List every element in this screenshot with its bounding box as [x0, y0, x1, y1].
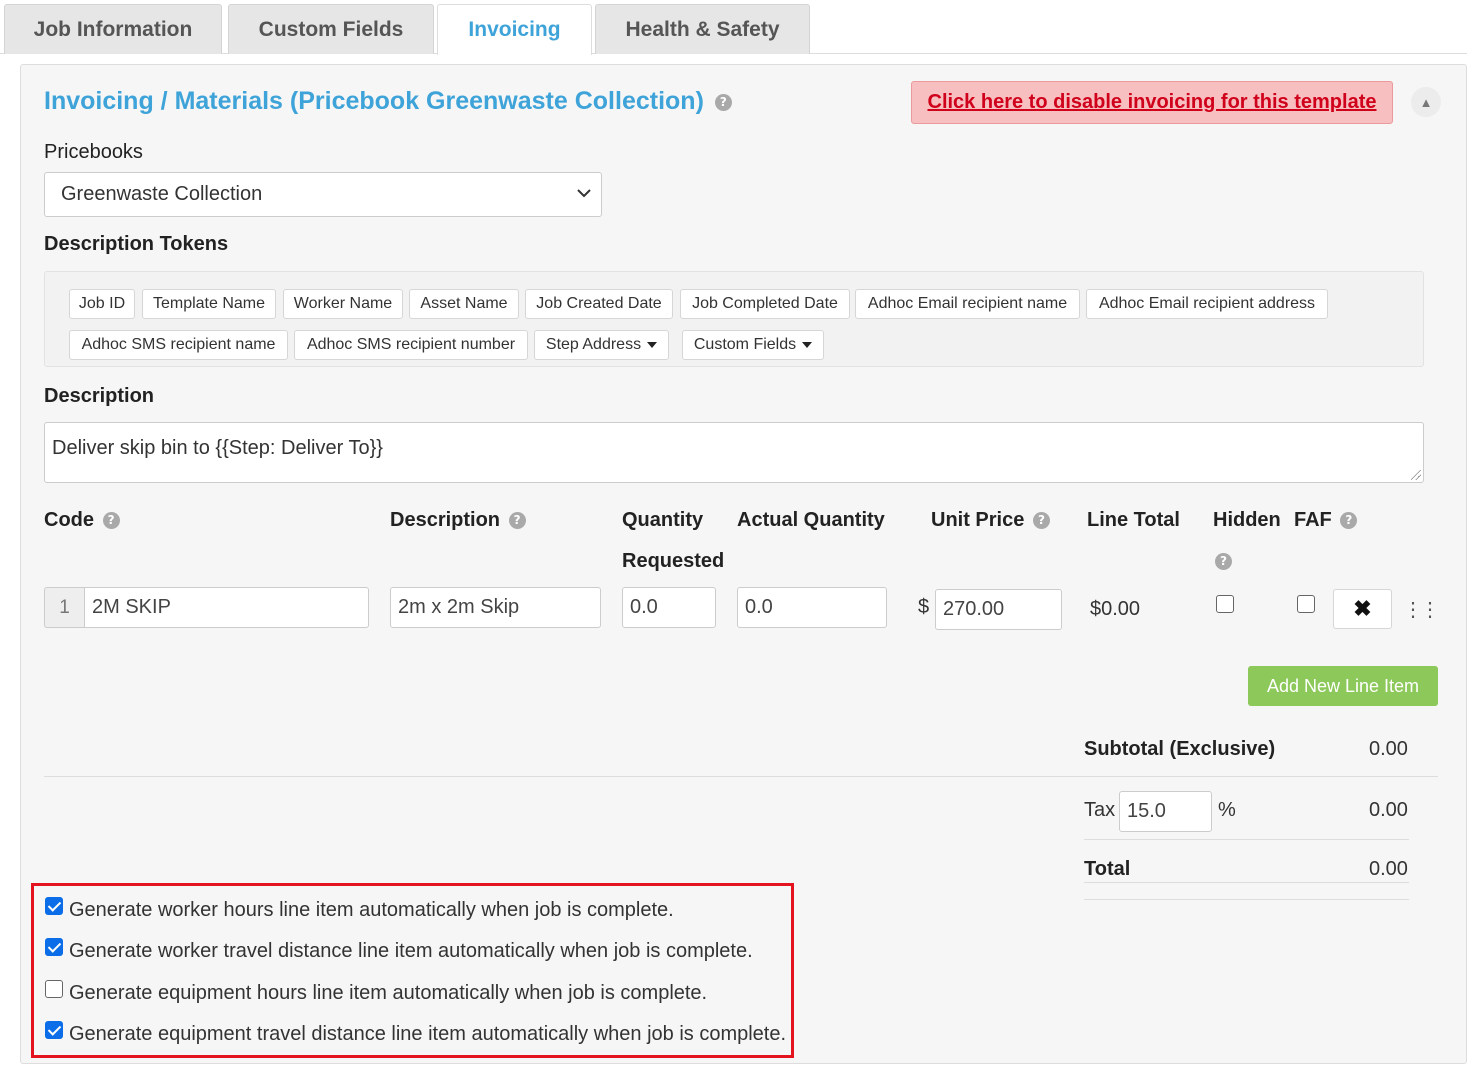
equipment-travel-label[interactable]: Generate equipment travel distance line …: [69, 1023, 786, 1046]
header-unit-price-label: Unit Price: [931, 509, 1025, 531]
tab-bar: Job Information Custom Fields Invoicing …: [0, 0, 1467, 55]
add-line-item-button[interactable]: Add New Line Item: [1248, 666, 1438, 706]
worker-hours-label[interactable]: Generate worker hours line item automati…: [69, 899, 674, 922]
pricebook-select[interactable]: Greenwaste Collection: [44, 172, 602, 217]
divider: [1084, 839, 1409, 840]
panel-title-text: Invoicing / Materials (Pricebook Greenwa…: [44, 87, 704, 115]
question-circle-icon[interactable]: ?: [1215, 553, 1232, 570]
subtotal-value: 0.00: [1369, 738, 1408, 760]
header-unit-price: Unit Price ?: [931, 509, 1050, 532]
token-custom-fields-dropdown[interactable]: Custom Fields: [682, 330, 824, 360]
worker-hours-checkbox[interactable]: [45, 897, 63, 915]
invoicing-panel: Invoicing / Materials (Pricebook Greenwa…: [20, 64, 1467, 1064]
token-job-completed-date[interactable]: Job Completed Date: [680, 289, 850, 319]
resize-handle-icon[interactable]: [1411, 470, 1421, 480]
question-circle-icon[interactable]: ?: [508, 512, 526, 530]
question-circle-icon[interactable]: ?: [102, 512, 120, 530]
row-number: 1: [44, 587, 84, 628]
code-input[interactable]: 2M SKIP: [84, 587, 369, 628]
token-job-created-date[interactable]: Job Created Date: [525, 289, 673, 319]
equipment-travel-checkbox[interactable]: [45, 1021, 63, 1039]
header-description: Description ?: [390, 509, 526, 532]
tax-rate-input[interactable]: 15.0: [1119, 791, 1212, 832]
chevron-down-icon: [577, 185, 591, 202]
caret-down-icon: [647, 342, 658, 348]
tax-unit: %: [1218, 799, 1236, 821]
question-circle-icon[interactable]: ?: [1340, 512, 1358, 530]
token-container: Job ID Template Name Worker Name Asset N…: [44, 271, 1424, 367]
header-quantity-requested: Requested: [622, 550, 725, 572]
panel-title: Invoicing / Materials (Pricebook Greenwa…: [44, 87, 732, 116]
remove-line-button[interactable]: ✖: [1333, 589, 1392, 629]
token-adhoc-sms-name[interactable]: Adhoc SMS recipient name: [69, 330, 288, 360]
token-worker-name[interactable]: Worker Name: [283, 289, 403, 319]
header-faf: FAF ?: [1294, 509, 1358, 532]
disable-invoicing-button[interactable]: Click here to disable invoicing for this…: [911, 81, 1393, 124]
tab-health-safety[interactable]: Health & Safety: [595, 4, 810, 54]
equipment-hours-checkbox[interactable]: [45, 980, 63, 998]
token-step-address-dropdown[interactable]: Step Address: [534, 330, 669, 360]
token-job-id[interactable]: Job ID: [69, 289, 135, 319]
header-line-total: Line Total: [1087, 509, 1180, 531]
worker-travel-label[interactable]: Generate worker travel distance line ite…: [69, 940, 753, 963]
line-total-value: $0.00: [1090, 598, 1141, 620]
actual-quantity-input[interactable]: 0.0: [737, 587, 887, 628]
quantity-input[interactable]: 0.0: [622, 587, 716, 628]
line-description-input[interactable]: 2m x 2m Skip: [390, 587, 601, 628]
tab-custom-fields[interactable]: Custom Fields: [228, 4, 434, 54]
tab-job-information[interactable]: Job Information: [4, 4, 222, 54]
description-label: Description: [44, 385, 155, 407]
currency-symbol: $: [918, 596, 930, 618]
faf-checkbox[interactable]: [1297, 595, 1315, 613]
collapse-panel-button[interactable]: ▲: [1411, 87, 1441, 117]
drag-handle-icon[interactable]: ⋮⋮: [1403, 597, 1440, 622]
token-adhoc-email-address[interactable]: Adhoc Email recipient address: [1086, 289, 1328, 319]
total-label: Total: [1084, 858, 1131, 880]
header-hidden: Hidden: [1213, 509, 1281, 531]
tax-value: 0.00: [1369, 799, 1408, 821]
description-tokens-label: Description Tokens: [44, 233, 229, 255]
description-value: Deliver skip bin to {{Step: Deliver To}}: [52, 437, 383, 459]
token-template-name[interactable]: Template Name: [142, 289, 276, 319]
custom-fields-label: Custom Fields: [693, 336, 797, 353]
pricebook-selected-value: Greenwaste Collection: [61, 183, 263, 205]
divider: [1084, 899, 1409, 900]
description-textarea[interactable]: Deliver skip bin to {{Step: Deliver To}}: [44, 422, 1424, 483]
token-asset-name[interactable]: Asset Name: [409, 289, 519, 319]
token-adhoc-sms-number[interactable]: Adhoc SMS recipient number: [294, 330, 528, 360]
caret-down-icon: [802, 342, 813, 348]
hidden-checkbox[interactable]: [1216, 595, 1234, 613]
question-circle-icon[interactable]: ?: [1032, 512, 1050, 530]
header-quantity: Quantity: [622, 509, 704, 531]
equipment-hours-label[interactable]: Generate equipment hours line item autom…: [69, 982, 707, 1005]
header-code-label: Code: [44, 509, 94, 531]
close-icon: ✖: [1353, 596, 1372, 621]
tab-invoicing[interactable]: Invoicing: [437, 4, 592, 55]
tax-label: Tax: [1084, 799, 1116, 821]
caret-up-icon: ▲: [1419, 94, 1433, 110]
header-faf-label: FAF: [1294, 509, 1332, 531]
total-value: 0.00: [1369, 858, 1408, 880]
token-adhoc-email-name[interactable]: Adhoc Email recipient name: [855, 289, 1080, 319]
pricebooks-label: Pricebooks: [44, 141, 143, 163]
header-actual-quantity: Actual Quantity: [737, 509, 885, 531]
divider: [1084, 882, 1409, 883]
divider: [44, 776, 1438, 777]
header-code: Code ?: [44, 509, 120, 532]
unit-price-input[interactable]: 270.00: [935, 589, 1062, 630]
step-address-label: Step Address: [545, 336, 642, 353]
header-description-label: Description: [390, 509, 501, 531]
question-circle-icon[interactable]: ?: [714, 93, 732, 111]
worker-travel-checkbox[interactable]: [45, 938, 63, 956]
subtotal-label: Subtotal (Exclusive): [1084, 738, 1276, 760]
